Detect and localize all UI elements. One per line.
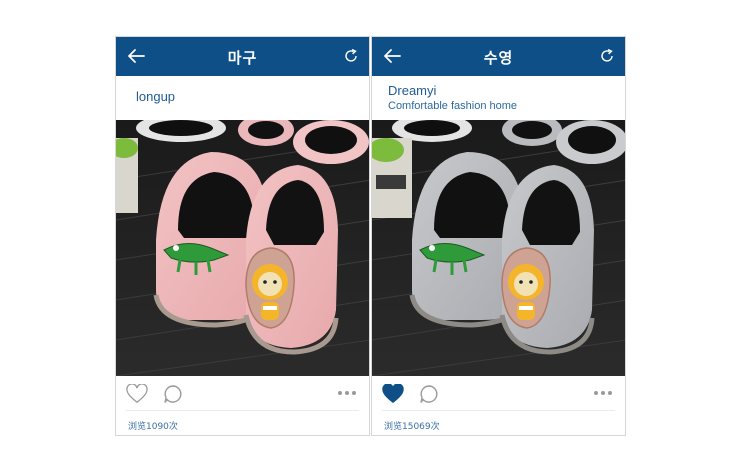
user-subtitle: Comfortable fashion home <box>388 100 518 112</box>
top-bar: 수영 <box>372 37 625 76</box>
user-header: longup <box>116 76 369 120</box>
user-header: Dreamyi Comfortable fashion home <box>372 76 625 120</box>
comment-bubble-icon[interactable] <box>419 384 439 404</box>
refresh-icon[interactable] <box>599 48 615 64</box>
username-link[interactable]: longup <box>136 89 357 104</box>
planter-box <box>116 138 138 213</box>
heart-icon[interactable] <box>126 384 148 404</box>
refresh-icon[interactable] <box>343 48 359 64</box>
lion-patch <box>501 247 551 329</box>
top-bar: 마구 <box>116 37 369 76</box>
view-count: 浏览1090次 <box>128 422 178 432</box>
post-card-right: 수영 Dreamyi Comfortable fashion home 浏览15… <box>371 36 626 436</box>
action-bar <box>126 376 359 411</box>
lion-patch <box>245 247 295 329</box>
more-dots-icon[interactable] <box>593 390 613 396</box>
heart-icon[interactable] <box>382 384 404 404</box>
page-title: 수영 <box>483 49 514 67</box>
comment-bubble-icon[interactable] <box>163 384 183 404</box>
more-dots-icon[interactable] <box>337 390 357 396</box>
action-bar <box>382 376 615 411</box>
post-photo[interactable] <box>116 120 370 376</box>
page-title: 마구 <box>227 49 258 67</box>
username-link[interactable]: Dreamyi <box>388 83 613 98</box>
view-count: 浏览15069次 <box>384 422 440 432</box>
post-photo[interactable] <box>372 120 626 376</box>
planter-box <box>372 138 412 218</box>
post-card-left: 마구 longup 浏览1090次 <box>115 36 370 436</box>
